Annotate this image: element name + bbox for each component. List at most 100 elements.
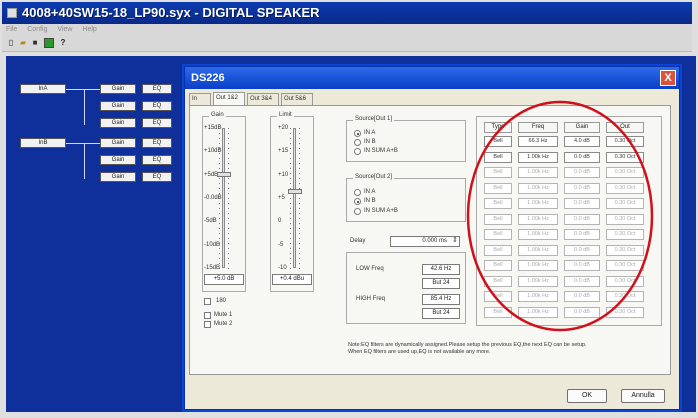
input-a-block[interactable]: InA	[20, 84, 66, 94]
source2-radio-in-a[interactable]	[354, 189, 361, 196]
gain-block[interactable]: Gain	[100, 118, 136, 128]
menu-bar: File Config View Help	[2, 24, 692, 36]
dialog-title-bar: DS226	[185, 67, 679, 89]
gain-value-field[interactable]: +5.0 dB	[204, 274, 244, 285]
open-folder-icon[interactable]: ▰	[18, 38, 28, 48]
gain-scale-tick	[228, 258, 229, 259]
tab-out-3-4[interactable]: Out 3&4	[247, 93, 279, 105]
high-freq-field[interactable]: 85.4 Hz	[422, 294, 460, 305]
gain-scale-tick	[219, 203, 220, 204]
source1-radio-sum[interactable]	[354, 148, 361, 155]
limit-value-field[interactable]: +0.4 dBu	[272, 274, 312, 285]
source2-option-in-b: IN B	[364, 198, 376, 204]
limit-scale-tick	[290, 223, 291, 224]
gain-scale-tick	[219, 238, 220, 239]
gain-scale-tick	[219, 253, 220, 254]
gain-slider-thumb[interactable]	[217, 172, 231, 178]
limit-scale-tick	[290, 198, 291, 199]
eq-block[interactable]: EQ	[142, 155, 172, 165]
gain-scale-tick	[219, 213, 220, 214]
limit-scale-tick	[290, 133, 291, 134]
limit-scale-tick	[299, 218, 300, 219]
limit-scale-tick	[299, 223, 300, 224]
tab-in[interactable]: In	[189, 93, 211, 105]
device-icon[interactable]	[44, 38, 54, 48]
gain-block[interactable]: Gain	[100, 172, 136, 182]
limit-scale-tick	[299, 233, 300, 234]
gain-scale-tick	[219, 208, 220, 209]
mute1-checkbox[interactable]	[204, 312, 211, 319]
gain-group-label: Gain	[209, 112, 226, 118]
limit-slider-thumb[interactable]	[288, 189, 302, 194]
limit-scale-label: -5	[278, 241, 284, 248]
source1-option-in-b: IN B	[364, 139, 376, 145]
cancel-button[interactable]: Annulla	[621, 389, 665, 403]
gain-scale-tick	[228, 153, 229, 154]
gain-scale-tick	[219, 198, 220, 199]
eq-block[interactable]: EQ	[142, 101, 172, 111]
gain-scale-tick	[219, 128, 220, 129]
gain-scale-tick	[219, 218, 220, 219]
source2-radio-in-b[interactable]	[354, 198, 361, 205]
high-type-field[interactable]: But 24	[422, 308, 460, 319]
gain-scale-tick	[228, 248, 229, 249]
mute2-label: Mute 2	[214, 321, 233, 327]
limit-scale-label: +10	[278, 171, 289, 178]
gain-block[interactable]: Gain	[100, 155, 136, 165]
source1-radio-in-a[interactable]	[354, 130, 361, 137]
close-icon[interactable]: X	[660, 70, 676, 86]
tab-out-1-2[interactable]: Out 1&2	[213, 92, 245, 105]
save-icon[interactable]: ■	[30, 38, 40, 48]
wire	[84, 143, 85, 179]
eq-block[interactable]: EQ	[142, 118, 172, 128]
phase-180-checkbox[interactable]	[204, 298, 211, 305]
help-icon[interactable]: ?	[58, 38, 68, 48]
gain-scale-tick	[219, 148, 220, 149]
gain-scale-tick	[228, 223, 229, 224]
limit-slider-track[interactable]	[293, 128, 296, 268]
limit-scale-tick	[290, 233, 291, 234]
source2-radio-sum[interactable]	[354, 208, 361, 215]
limit-scale-tick	[299, 213, 300, 214]
eq-block[interactable]: EQ	[142, 84, 172, 94]
gain-block[interactable]: Gain	[100, 84, 136, 94]
eq-block[interactable]: EQ	[142, 138, 172, 148]
limit-scale-tick	[290, 203, 291, 204]
limit-scale-tick	[290, 268, 291, 269]
gain-scale-tick	[228, 238, 229, 239]
delay-spinner-icon[interactable]: ⇕	[452, 236, 458, 244]
gain-block[interactable]: Gain	[100, 101, 136, 111]
annotation-ellipse	[466, 100, 654, 332]
new-file-icon[interactable]: ▯	[6, 38, 16, 48]
gain-scale-tick	[219, 228, 220, 229]
limit-scale-tick	[290, 128, 291, 129]
app-title: 4008+40SW15-18_LP90.syx - DIGITAL SPEAKE…	[22, 5, 320, 20]
gain-scale-tick	[228, 158, 229, 159]
mute2-checkbox[interactable]	[204, 321, 211, 328]
limit-scale-label: +15	[278, 148, 289, 155]
gain-scale-tick	[228, 143, 229, 144]
gain-scale-tick	[219, 153, 220, 154]
low-freq-label: LOW Freq	[356, 266, 384, 272]
delay-field[interactable]: 0.000 ms	[390, 236, 460, 247]
gain-scale-tick	[219, 233, 220, 234]
wire	[84, 89, 85, 125]
ok-button[interactable]: OK	[567, 389, 607, 403]
low-type-field[interactable]: But 24	[422, 278, 460, 289]
limit-scale-label: 0	[278, 218, 282, 225]
gain-scale-label: -5dB	[204, 218, 217, 225]
source1-radio-in-b[interactable]	[354, 139, 361, 146]
menu-view[interactable]: View	[57, 26, 72, 33]
menu-help[interactable]: Help	[82, 26, 96, 33]
menu-file[interactable]: File	[6, 26, 17, 33]
tab-out-5-6[interactable]: Out 5&6	[281, 93, 313, 105]
gain-scale-tick	[228, 218, 229, 219]
menu-config[interactable]: Config	[27, 26, 47, 33]
eq-block[interactable]: EQ	[142, 172, 172, 182]
low-freq-field[interactable]: 42.6 Hz	[422, 264, 460, 275]
input-b-block[interactable]: InB	[20, 138, 66, 148]
gain-block[interactable]: Gain	[100, 138, 136, 148]
gain-slider-track[interactable]	[222, 128, 225, 268]
wire	[66, 89, 100, 90]
gain-scale-tick	[228, 203, 229, 204]
